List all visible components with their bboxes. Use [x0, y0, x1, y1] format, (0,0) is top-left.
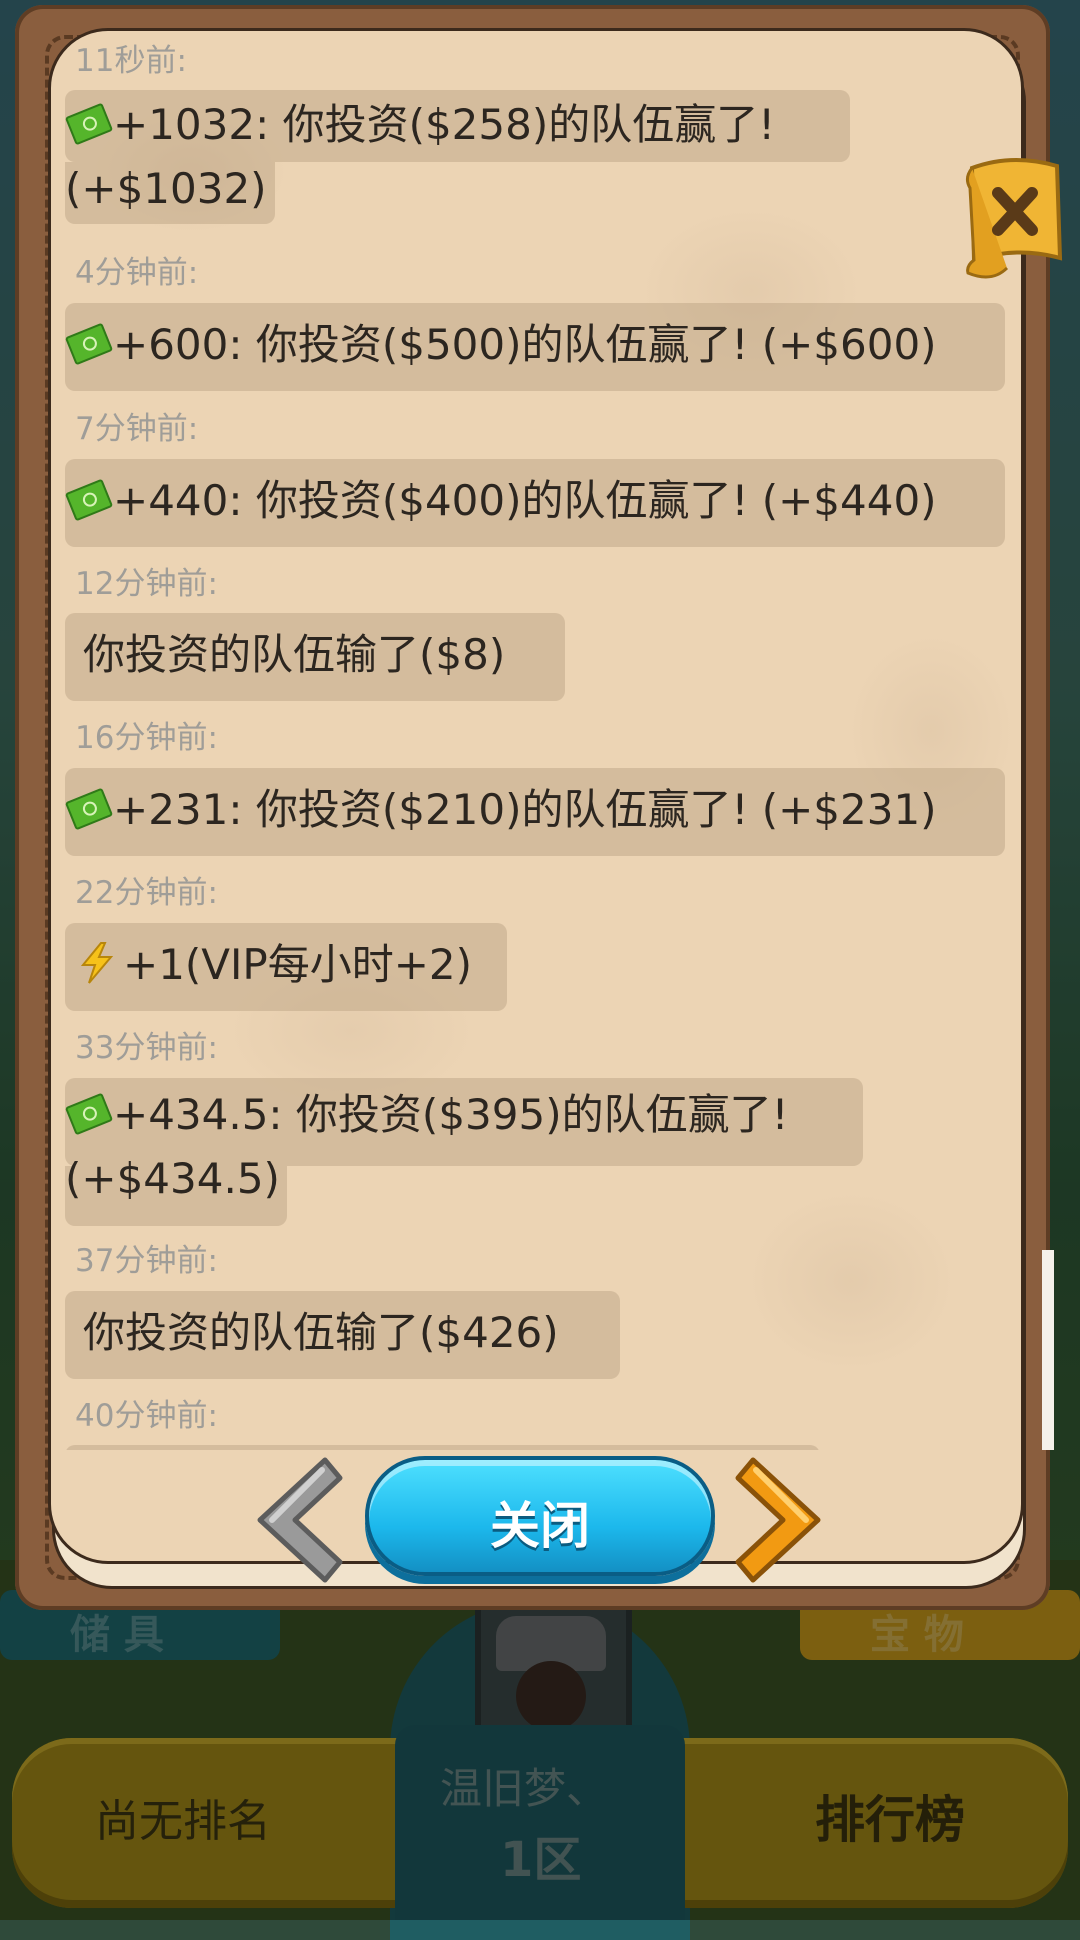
close-button[interactable]: 关闭: [365, 1456, 715, 1576]
log-entry: +1(VIP每小时+2): [75, 937, 472, 993]
close-icon[interactable]: [962, 148, 1067, 283]
money-icon: [65, 787, 114, 831]
log-entry: 你投资的队伍输了($8): [83, 630, 506, 679]
log-entry: 你投资的队伍输了($426): [83, 1308, 559, 1357]
entry-time: 4分钟前:: [75, 255, 199, 291]
entry-time: 7分钟前:: [75, 411, 199, 447]
entry-text: +440: 你投资($400)的队伍赢了! (+$440): [113, 476, 937, 525]
log-entry: +600: 你投资($500)的队伍赢了! (+$600): [65, 317, 937, 373]
entry-highlight: [65, 1445, 820, 1450]
entry-time: 37分钟前:: [75, 1243, 218, 1279]
entry-time: 11秒前:: [75, 43, 187, 79]
entry-text-continued: (+$434.5): [65, 1154, 280, 1203]
entry-text: +1(VIP每小时+2): [123, 940, 473, 989]
entry-time: 22分钟前:: [75, 875, 218, 911]
scrollbar[interactable]: [1042, 1250, 1054, 1450]
lightning-icon: [80, 942, 114, 984]
entry-text: +231: 你投资($210)的队伍赢了! (+$231): [113, 785, 937, 834]
money-icon: [65, 322, 114, 366]
entry-time: 33分钟前:: [75, 1030, 218, 1066]
money-icon: [65, 102, 114, 146]
money-icon: [65, 1092, 114, 1136]
close-button-label: 关闭: [490, 1497, 590, 1555]
entry-time: 16分钟前:: [75, 720, 218, 756]
log-entry: +434.5: 你投资($395)的队伍赢了!: [65, 1087, 788, 1143]
log-entry: +1032: 你投资($258)的队伍赢了!: [65, 97, 775, 153]
entry-time: 40分钟前:: [75, 1398, 218, 1434]
log-entry: +231: 你投资($210)的队伍赢了! (+$231): [65, 782, 937, 838]
log-entry: +440: 你投资($400)的队伍赢了! (+$440): [65, 473, 937, 529]
entry-text: +434.5: 你投资($395)的队伍赢了!: [113, 1090, 789, 1139]
entry-time: 12分钟前:: [75, 566, 218, 602]
next-page-button[interactable]: [728, 1450, 838, 1590]
money-icon: [65, 478, 114, 522]
log-list[interactable]: 11秒前: +1032: 你投资($258)的队伍赢了! (+$1032) 4分…: [65, 35, 1010, 1450]
previous-page-button[interactable]: [240, 1450, 350, 1590]
entry-text: +1032: 你投资($258)的队伍赢了!: [113, 100, 776, 149]
entry-text-continued: (+$1032): [65, 164, 267, 213]
entry-text: +600: 你投资($500)的队伍赢了! (+$600): [113, 320, 937, 369]
